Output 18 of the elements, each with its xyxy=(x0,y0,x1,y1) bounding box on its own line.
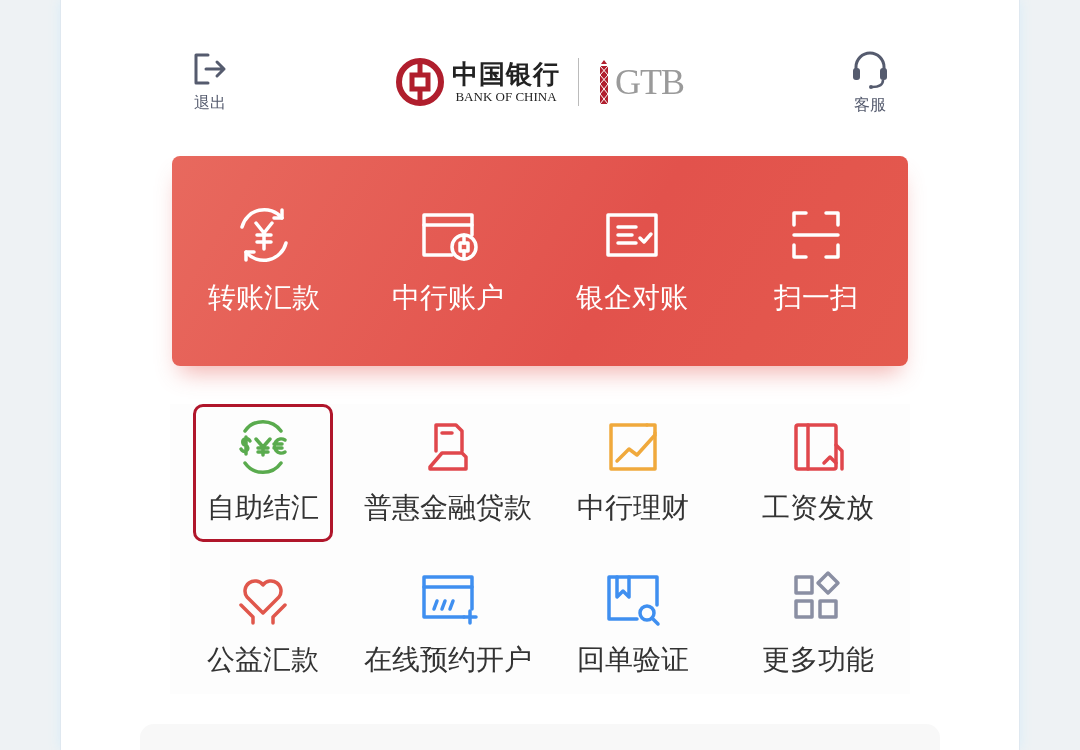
customer-service-button[interactable]: 客服 xyxy=(840,48,900,116)
service-item[interactable]: 自助结汇 xyxy=(192,404,333,542)
service-item[interactable]: 更多功能 xyxy=(747,556,888,694)
service-item[interactable]: 在线预约开户 xyxy=(356,556,539,694)
service-item[interactable]: 工资发放 xyxy=(747,404,888,542)
service-item[interactable]: 公益汇款 xyxy=(192,556,333,694)
logout-button[interactable]: 退出 xyxy=(180,50,240,114)
service-item[interactable]: 普惠金融贷款 xyxy=(356,404,539,542)
logo-chinese-name: 中国银行 xyxy=(452,59,560,89)
quick-action-button[interactable]: 扫一扫 xyxy=(724,204,908,318)
service-item[interactable]: 中行理财 xyxy=(562,404,703,542)
logo-english-name: BANK OF CHINA xyxy=(455,89,557,105)
quick-action-button[interactable]: 中行账户 xyxy=(356,204,540,318)
service-item[interactable]: 回单验证 xyxy=(562,556,703,694)
partner-logo-text: GTB xyxy=(615,61,684,103)
tower-icon xyxy=(597,60,611,104)
quick-action-button[interactable]: 银企对账 xyxy=(540,204,724,318)
coin-emblem-icon xyxy=(396,58,444,106)
